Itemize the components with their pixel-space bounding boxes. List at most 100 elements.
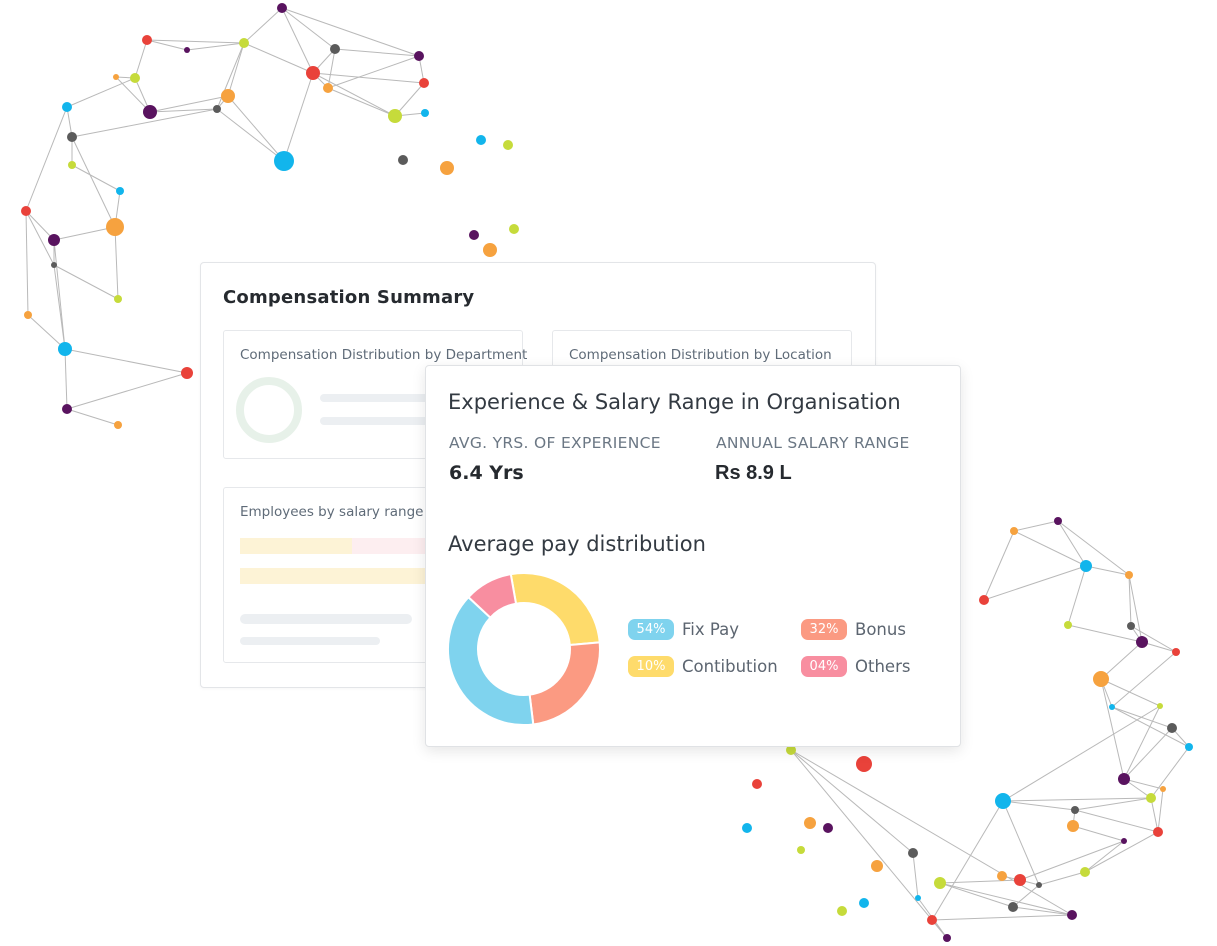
network-node: [503, 140, 513, 150]
network-node: [24, 311, 32, 319]
network-link: [1100, 678, 1125, 780]
network-node: [330, 44, 340, 54]
network-node: [62, 404, 72, 414]
network-link: [983, 565, 1087, 601]
network-link: [334, 48, 420, 57]
network-node: [130, 73, 140, 83]
network-link: [327, 87, 396, 117]
legend-fix-pay: 54% Fix Pay: [628, 618, 739, 640]
network-node: [469, 230, 479, 240]
legend-bonus: 32% Bonus: [801, 618, 906, 640]
network-node: [1054, 517, 1062, 525]
network-node: [859, 898, 869, 908]
network-node: [742, 823, 752, 833]
network-link: [1150, 746, 1190, 799]
legend-label-contribution: Contibution: [682, 656, 778, 676]
network-node: [837, 906, 847, 916]
network-link: [281, 7, 336, 50]
network-link: [281, 7, 420, 57]
network-node: [509, 224, 519, 234]
network-node: [181, 367, 193, 379]
network-link: [1111, 706, 1173, 729]
network-node: [58, 342, 72, 356]
network-node: [1008, 902, 1018, 912]
avg-experience-value: 6.4 Yrs: [449, 462, 524, 484]
network-node: [116, 187, 124, 195]
legend-pill-bonus: 32%: [801, 618, 847, 640]
location-panel-label: Compensation Distribution by Location: [569, 347, 832, 363]
network-link: [1002, 800, 1040, 886]
network-link: [1002, 800, 1076, 811]
network-node: [483, 243, 497, 257]
network-node: [440, 161, 454, 175]
network-node: [414, 51, 424, 61]
network-node: [1127, 622, 1135, 630]
network-node: [62, 102, 72, 112]
network-link: [939, 882, 1014, 908]
network-link: [912, 852, 919, 899]
network-node: [997, 871, 1007, 881]
network-node: [1067, 910, 1077, 920]
network-link: [939, 882, 1073, 916]
network-link: [227, 95, 285, 162]
network-node: [871, 860, 883, 872]
network-node: [1036, 882, 1042, 888]
network-link: [283, 72, 314, 162]
legend-pill-others: 04%: [801, 655, 847, 677]
network-link: [1057, 520, 1130, 576]
avg-experience-label: AVG. YRS. OF EXPERIENCE: [449, 434, 661, 452]
network-node: [21, 206, 31, 216]
network-node: [184, 47, 190, 53]
network-node: [1160, 786, 1166, 792]
placeholder-bar: [240, 637, 380, 645]
network-link: [25, 106, 68, 212]
network-node: [1010, 527, 1018, 535]
network-node: [213, 105, 221, 113]
network-node: [1157, 703, 1163, 709]
network-node: [804, 817, 816, 829]
network-node: [927, 915, 937, 925]
network-node: [908, 848, 918, 858]
network-link: [25, 210, 55, 241]
network-node: [277, 3, 287, 13]
network-node: [143, 105, 157, 119]
network-node: [797, 846, 805, 854]
network-link: [186, 42, 245, 51]
compensation-summary-title: Compensation Summary: [223, 287, 475, 308]
network-node: [419, 78, 429, 88]
network-node: [1067, 820, 1079, 832]
network-node: [113, 74, 119, 80]
placeholder-bar-yellow: [240, 538, 352, 554]
network-node: [306, 66, 320, 80]
salary-range-panel-label: Employees by salary range: [240, 504, 424, 520]
network-link: [1100, 641, 1143, 680]
network-node: [221, 89, 235, 103]
salary-range-value: Rs 8.9 L: [715, 462, 792, 484]
network-link: [53, 226, 116, 241]
pay-distribution-donut: [447, 572, 601, 726]
network-link: [983, 530, 1015, 601]
network-link: [216, 108, 285, 162]
network-node: [1172, 648, 1180, 656]
network-node: [1167, 723, 1177, 733]
network-node: [1185, 743, 1193, 751]
network-link: [64, 348, 188, 374]
legend-label-fix-pay: Fix Pay: [682, 619, 739, 639]
network-node: [979, 595, 989, 605]
network-link: [790, 749, 1073, 916]
network-link: [114, 226, 119, 300]
network-link: [227, 42, 245, 97]
network-node: [752, 779, 762, 789]
network-link: [1074, 809, 1159, 833]
network-link: [66, 77, 136, 108]
pay-distribution-title: Average pay distribution: [448, 532, 706, 556]
legend-label-bonus: Bonus: [855, 619, 906, 639]
network-node: [274, 151, 294, 171]
network-node: [1136, 636, 1148, 648]
network-link: [1084, 840, 1125, 873]
network-node: [856, 756, 872, 772]
network-node: [239, 38, 249, 48]
legend-contribution: 10% Contibution: [628, 655, 778, 677]
network-link: [71, 136, 116, 228]
network-node: [114, 295, 122, 303]
